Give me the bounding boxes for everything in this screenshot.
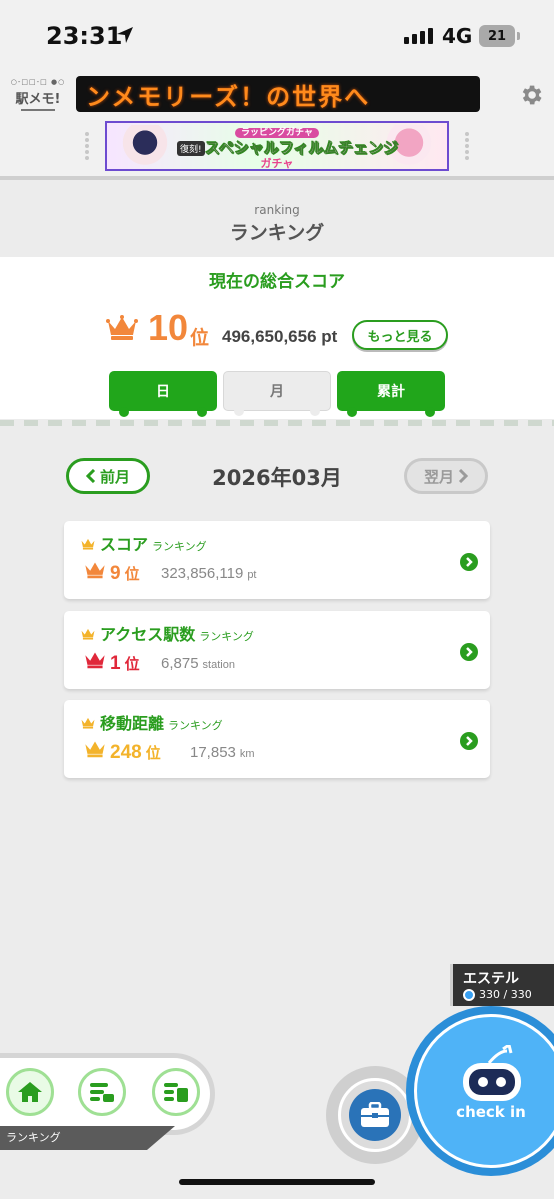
character-hp: 330 / 330 [479,988,532,1001]
card-title-suffix: ランキング [168,719,223,732]
banner-tag: 復刻! [177,141,205,156]
card-title-suffix: ランキング [152,540,207,553]
gacha-banner[interactable]: ラッピングガチャ 復刻! スペシャルフィルムチェンジ ガチャ [105,121,449,171]
status-bar: 23:31 4G 21 [0,0,554,70]
hp-icon [463,988,475,1001]
tab-month[interactable]: 月 [223,371,331,416]
battery-icon: 21 [479,25,520,47]
next-month-label: 翌月 [423,467,454,486]
mascot-icon [463,1045,521,1101]
see-more-button[interactable]: もっと見る [352,320,448,350]
tab-cumulative[interactable]: 累計 [337,371,445,417]
total-score-heading: 現在の総合スコア [209,272,345,292]
home-icon [18,1082,42,1102]
logo-text: 駅メモ! [15,92,61,107]
crown-icon [81,538,95,550]
total-score-panel: 現在の総合スコア 10 位 496,650,656 pt もっと見る 日 月 累… [0,257,554,419]
total-rank-unit: 位 [190,327,210,349]
train-list-icon [164,1083,188,1102]
access-station-ranking-card[interactable]: アクセス駅数 ランキング 1 位 6,875 station [64,611,490,689]
card-unit: km [239,748,255,760]
card-title-suffix: ランキング [199,630,254,643]
logo-dots: ○-□□-□ ●○ [10,78,66,86]
card-title: アクセス駅数 [100,625,196,644]
marquee-text: ンメモリーズ！の世界へ [86,82,371,111]
briefcase-icon [361,1102,389,1127]
status-time: 23:31 [46,22,123,50]
banner-title-2: ガチャ [260,157,294,170]
crown-icon [85,741,105,758]
bag-button[interactable] [338,1078,412,1152]
ranking-list-icon [90,1083,114,1102]
score-ranking-card[interactable]: スコア ランキング 9 位 323,856,119 pt [64,521,490,599]
card-rank-unit: 位 [124,655,140,673]
banner-scroll-left[interactable] [80,130,94,164]
character-name: エステル [463,971,519,987]
card-rank-unit: 位 [145,744,161,762]
card-title: 移動距離 [100,714,165,733]
crown-icon [106,315,138,340]
card-unit: station [202,659,235,671]
total-rank: 10 [148,307,189,348]
location-arrow-icon [117,27,133,43]
home-indicator[interactable] [179,1179,375,1185]
card-value: 323,856,119 [161,565,244,582]
network-type: 4G [442,24,473,48]
tab-day[interactable]: 日 [109,371,217,417]
card-rank: 1 [110,653,121,674]
divider [0,420,554,426]
total-points: 496,650,656 pt [222,327,338,346]
card-value: 6,875 [161,655,199,672]
distance-ranking-card[interactable]: 移動距離 ランキング 248 位 17,853 km [64,700,490,778]
app-logo: ○-□□-□ ●○ 駅メモ! [10,78,66,124]
next-month-button[interactable]: 翌月 [404,458,488,494]
page-title-en: ranking [254,203,300,217]
current-screen-label: ランキング [6,1131,61,1144]
crown-icon [85,652,105,669]
nav-train-list[interactable] [152,1068,200,1116]
card-rank: 248 [110,742,142,763]
character-status[interactable]: エステル 330 / 330 [450,964,554,1006]
gear-icon[interactable] [518,82,544,108]
page-title: ランキング [229,222,325,244]
crown-icon [81,717,95,729]
chevron-right-icon [460,643,478,661]
news-marquee[interactable]: ンメモリーズ！の世界へ [76,76,480,112]
nav-ranking-list[interactable] [78,1068,126,1116]
check-in-label: check in [456,1103,526,1121]
chevron-right-icon [458,469,468,483]
banner-scroll-right[interactable] [460,130,474,164]
card-rank-unit: 位 [124,565,140,583]
nav-home[interactable] [6,1068,54,1116]
card-title: スコア [100,535,149,554]
chevron-right-icon [460,732,478,750]
app-header: ○-□□-□ ●○ 駅メモ! ンメモリーズ！の世界へ ラッピングガチャ 復刻! … [0,70,554,180]
bottom-nav [0,1058,210,1130]
crown-icon [81,628,95,640]
chevron-right-icon [460,553,478,571]
crown-icon [85,562,105,579]
card-rank: 9 [110,563,121,584]
card-value: 17,853 [190,744,236,761]
card-unit: pt [247,569,257,581]
signal-icon [404,28,433,44]
